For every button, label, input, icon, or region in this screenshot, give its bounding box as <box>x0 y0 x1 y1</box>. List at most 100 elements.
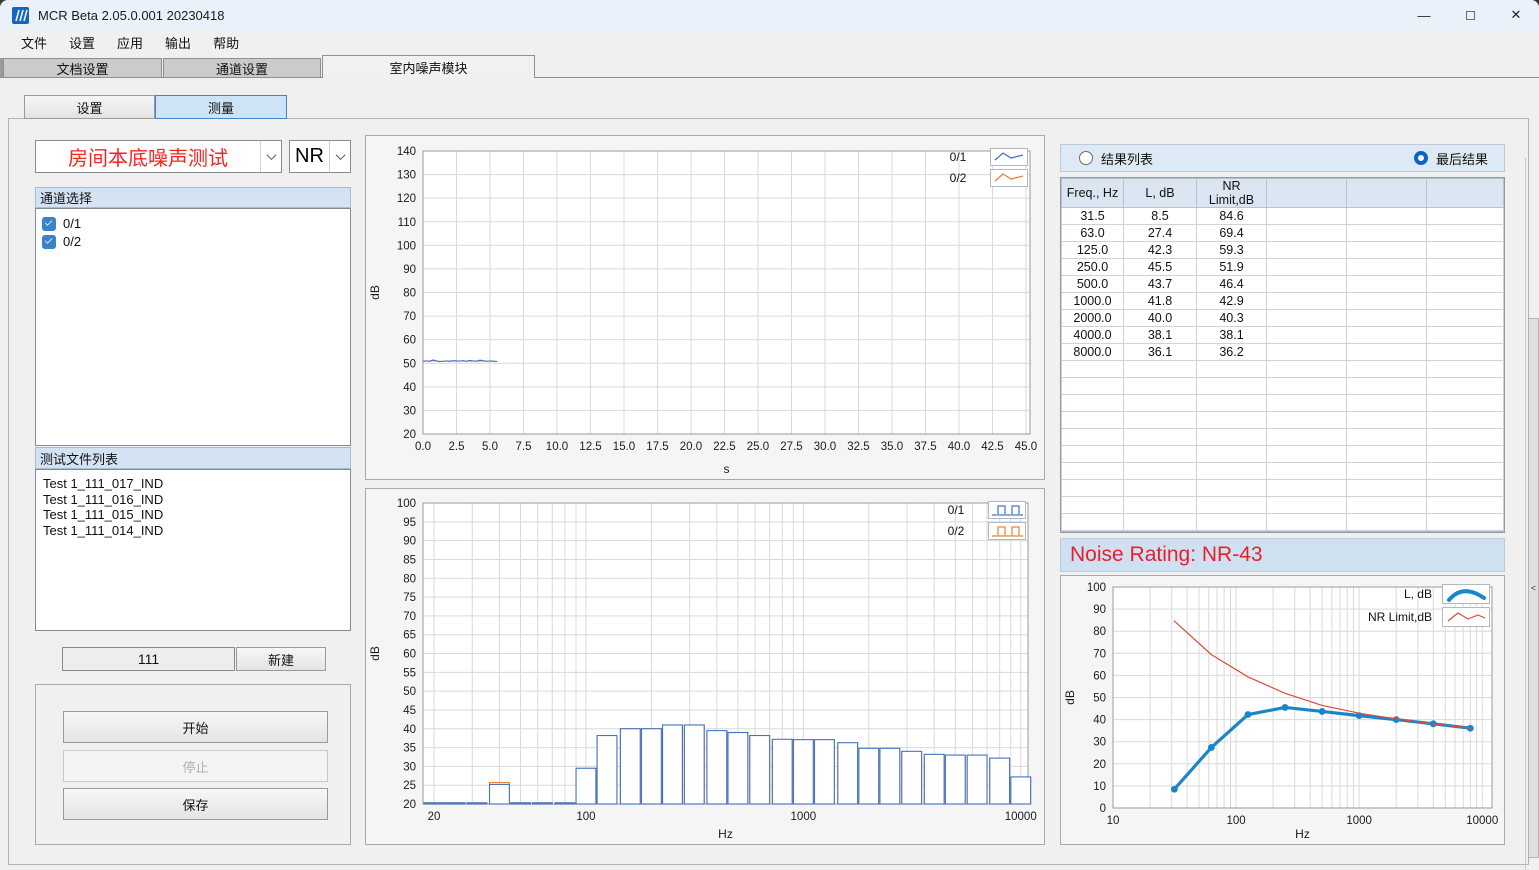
svg-text:20: 20 <box>428 811 441 823</box>
table-row[interactable] <box>1062 412 1504 429</box>
svg-text:15.0: 15.0 <box>613 441 635 453</box>
table-row[interactable]: 250.045.551.9 <box>1062 259 1504 276</box>
legend-bars-icon <box>988 501 1026 519</box>
legend-thick-line-icon <box>1442 584 1490 604</box>
svg-text:65: 65 <box>403 630 416 642</box>
file-section-title: 测试文件列表 <box>40 449 118 468</box>
table-cell: 46.4 <box>1197 276 1267 293</box>
table-cell <box>1267 242 1347 259</box>
channel-item-0[interactable]: 0/1 <box>36 214 350 232</box>
svg-text:0.0: 0.0 <box>415 441 431 453</box>
table-row[interactable]: 4000.038.138.1 <box>1062 327 1504 344</box>
file-item-3[interactable]: Test 1_111_014_IND <box>36 523 350 539</box>
table-cell <box>1197 395 1267 412</box>
menu-item-3[interactable]: 输出 <box>154 30 202 55</box>
file-item-1[interactable]: Test 1_111_016_IND <box>36 492 350 508</box>
svg-text:20: 20 <box>1093 759 1106 771</box>
save-button[interactable]: 保存 <box>63 788 328 820</box>
table-cell <box>1197 446 1267 463</box>
table-row[interactable]: 500.043.746.4 <box>1062 276 1504 293</box>
nr-standard-combo[interactable]: NR <box>289 140 351 173</box>
legend-entry-0: 0/1 <box>934 501 1026 519</box>
svg-text:50: 50 <box>403 358 416 370</box>
file-item-0[interactable]: Test 1_111_017_IND <box>36 476 350 492</box>
table-cell <box>1267 344 1347 361</box>
file-name-input[interactable]: 111 <box>62 647 235 671</box>
menu-item-2[interactable]: 应用 <box>106 30 154 55</box>
title-bar: MCR Beta 2.05.0.001 20230418 — ✕ <box>0 0 1539 30</box>
table-cell: 36.1 <box>1124 344 1197 361</box>
menu-item-4[interactable]: 帮助 <box>202 30 250 55</box>
table-cell <box>1267 446 1347 463</box>
table-cell <box>1062 514 1124 531</box>
channel-listbox[interactable]: 0/10/2 <box>35 208 351 446</box>
svg-text:40: 40 <box>403 724 416 736</box>
radio-icon[interactable] <box>1079 151 1093 165</box>
close-button[interactable]: ✕ <box>1493 0 1539 30</box>
subtab-1[interactable]: 测量 <box>155 95 287 119</box>
table-cell <box>1267 514 1347 531</box>
table-cell <box>1347 259 1427 276</box>
legend-bars-icon <box>988 522 1026 540</box>
test-type-combo[interactable]: 房间本底噪声测试 <box>35 140 282 173</box>
table-row[interactable]: 2000.040.040.3 <box>1062 310 1504 327</box>
new-button[interactable]: 新建 <box>236 647 326 671</box>
menu-item-0[interactable]: 文件 <box>10 30 58 55</box>
table-row[interactable] <box>1062 480 1504 497</box>
svg-text:100: 100 <box>397 498 416 510</box>
table-row[interactable] <box>1062 463 1504 480</box>
table-row[interactable]: 8000.036.136.2 <box>1062 344 1504 361</box>
results-table: Freq., HzL, dBNR Limit,dB 31.58.584.663.… <box>1061 178 1504 531</box>
table-cell <box>1267 310 1347 327</box>
table-row[interactable] <box>1062 497 1504 514</box>
table-cell <box>1267 429 1347 446</box>
svg-text:90: 90 <box>1093 604 1106 616</box>
table-cell <box>1062 480 1124 497</box>
start-button[interactable]: 开始 <box>63 711 328 743</box>
table-cell <box>1347 395 1427 412</box>
channel-section-title: 通道选择 <box>40 188 92 207</box>
table-row[interactable] <box>1062 361 1504 378</box>
table-cell <box>1427 514 1504 531</box>
legend-label: 0/2 <box>936 171 980 185</box>
table-cell <box>1267 463 1347 480</box>
table-header-cell: L, dB <box>1124 179 1197 208</box>
table-row[interactable]: 125.042.359.3 <box>1062 242 1504 259</box>
stop-button-label: 停止 <box>182 757 208 776</box>
svg-text:50: 50 <box>403 686 416 698</box>
menu-item-1[interactable]: 设置 <box>58 30 106 55</box>
svg-text:0: 0 <box>1100 803 1106 815</box>
table-row[interactable]: 31.58.584.6 <box>1062 208 1504 225</box>
tab-2[interactable]: 室内噪声模块 <box>322 55 535 78</box>
table-row[interactable] <box>1062 446 1504 463</box>
subtab-0[interactable]: 设置 <box>24 95 155 119</box>
collapse-panel-handle[interactable]: < <box>1528 318 1539 858</box>
maximize-icon <box>1466 11 1475 20</box>
checkbox-icon[interactable] <box>42 217 56 231</box>
table-row[interactable]: 1000.041.842.9 <box>1062 293 1504 310</box>
minimize-button[interactable]: — <box>1401 0 1447 30</box>
noise-rating-text: Noise Rating: NR-43 <box>1061 543 1263 567</box>
start-button-label: 开始 <box>182 718 208 737</box>
table-cell: 40.0 <box>1124 310 1197 327</box>
table-row[interactable] <box>1062 395 1504 412</box>
radio-result-list[interactable]: 结果列表 <box>1079 149 1153 168</box>
table-cell <box>1427 412 1504 429</box>
radio-last-result[interactable]: 最后结果 <box>1414 149 1488 168</box>
chevron-down-icon[interactable] <box>329 141 350 172</box>
checkbox-icon[interactable] <box>42 235 56 249</box>
table-row[interactable] <box>1062 514 1504 531</box>
radio-icon-selected[interactable] <box>1414 151 1428 165</box>
table-row[interactable]: 63.027.469.4 <box>1062 225 1504 242</box>
maximize-button[interactable] <box>1447 0 1493 30</box>
file-item-2[interactable]: Test 1_111_015_IND <box>36 507 350 523</box>
tab-1[interactable]: 通道设置 <box>163 58 321 78</box>
file-listbox[interactable]: Test 1_111_017_INDTest 1_111_016_INDTest… <box>35 469 351 631</box>
table-row[interactable] <box>1062 429 1504 446</box>
channel-item-1[interactable]: 0/2 <box>36 232 350 250</box>
table-row[interactable] <box>1062 378 1504 395</box>
chevron-down-icon[interactable] <box>260 141 281 172</box>
nr-combo-value: NR <box>290 145 329 168</box>
tab-0[interactable]: 文档设置 <box>3 58 162 78</box>
table-cell <box>1197 412 1267 429</box>
